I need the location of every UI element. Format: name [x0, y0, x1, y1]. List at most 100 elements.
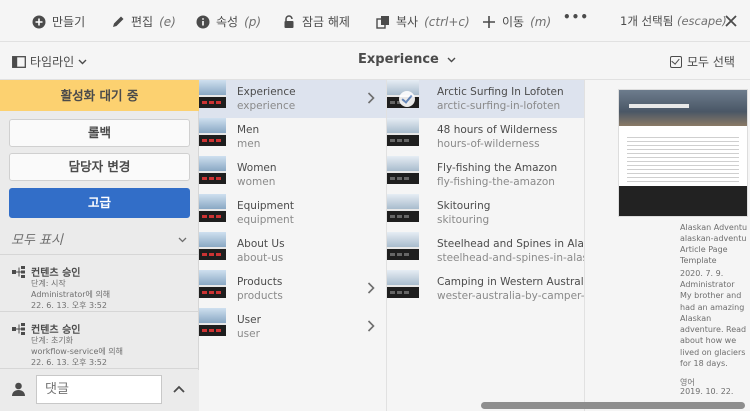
- timeline-item-user: Administrator에 의해: [31, 290, 111, 299]
- checkbox-icon: [670, 55, 682, 68]
- unlock-icon: [282, 14, 296, 29]
- create-button[interactable]: 만들기: [32, 13, 85, 30]
- breadcrumb[interactable]: Experience: [358, 52, 456, 67]
- column-item-women[interactable]: Women women: [199, 156, 386, 194]
- edit-button[interactable]: 편집 (e): [111, 13, 176, 30]
- page-thumbnail: [199, 270, 226, 298]
- metadata-value: adventure. Read: [680, 325, 747, 334]
- chevron-down-icon: [447, 57, 456, 62]
- page-thumbnail: [199, 156, 226, 184]
- column-item-slug: products: [237, 290, 283, 302]
- timeline-item-user: workflow-service에 의해: [31, 347, 124, 356]
- column-item-camping[interactable]: Camping in Western Australia wester-aust…: [387, 270, 584, 308]
- action-bar: 만들기 편집 (e) 속성 (p) 잠금 해제 복사 (ctrl+c) 이동 (…: [0, 0, 750, 42]
- column-item-arctic-surfing[interactable]: Arctic Surfing In Lofoten arctic-surfing…: [387, 80, 584, 118]
- column-item-equipment[interactable]: Equipment equipment: [199, 194, 386, 232]
- preview-panel: 제목Alaskan Adventu이름alaskan-adventu템플릿Art…: [586, 80, 750, 411]
- page-thumbnail: [387, 156, 419, 184]
- column-item-title: Camping in Western Australia: [437, 276, 585, 288]
- info-icon: [196, 15, 210, 29]
- chevron-right-icon: [367, 320, 375, 332]
- move-button[interactable]: 이동 (m): [482, 13, 551, 30]
- chevron-right-icon: [367, 282, 375, 294]
- timeline-item-title: 컨텐츠 승인: [31, 325, 81, 336]
- column-item-title: Equipment: [237, 200, 294, 212]
- advanced-button[interactable]: 고급: [9, 188, 190, 218]
- column-item-48-hours[interactable]: 48 hours of Wilderness hours-of-wilderne…: [387, 118, 584, 156]
- properties-button[interactable]: 속성 (p): [196, 13, 261, 30]
- metadata-value: for 18 days.: [680, 359, 728, 368]
- select-all-button[interactable]: 모두 선택: [670, 53, 735, 70]
- selected-check-icon: [399, 91, 415, 107]
- create-label: 만들기: [52, 15, 86, 29]
- timeline-item-date: 22. 6. 13. 오후 3:52: [31, 301, 107, 310]
- column-item-slug: fly-fishing-the-amazon: [437, 176, 555, 188]
- column-item-slug: hours-of-wilderness: [437, 138, 540, 150]
- column-item-fly-fishing[interactable]: Fly-fishing the Amazon fly-fishing-the-a…: [387, 156, 584, 194]
- column-item-men[interactable]: Men men: [199, 118, 386, 156]
- workflow-icon: [12, 266, 25, 278]
- pencil-icon: [111, 15, 125, 29]
- rail-toggle-button[interactable]: 타임라인: [12, 53, 87, 70]
- column-item-slug: experience: [237, 100, 296, 112]
- close-selection-icon[interactable]: [723, 13, 739, 29]
- edit-shortcut: (e): [159, 14, 176, 29]
- column-item-steelhead[interactable]: Steelhead and Spines in Alaska steelhead…: [387, 232, 584, 270]
- page-preview-image: [618, 89, 748, 217]
- column-item-title: 48 hours of Wilderness: [437, 124, 558, 136]
- column-item-title: Steelhead and Spines in Alaska: [437, 238, 584, 250]
- move-label: 이동: [502, 15, 525, 29]
- horizontal-scrollbar[interactable]: [481, 402, 745, 409]
- timeline-item-step: 단계: 시작: [31, 279, 66, 288]
- comment-input[interactable]: [36, 375, 162, 404]
- rollback-button[interactable]: 롤백: [9, 119, 190, 147]
- move-shortcut: (m): [530, 14, 552, 29]
- add-circle-icon: [32, 15, 46, 29]
- column-item-slug: men: [237, 138, 261, 150]
- more-icon: •••: [563, 10, 590, 24]
- column-item-slug: arctic-surfing-in-lofoten: [437, 100, 561, 112]
- metadata-value: Administrator: [680, 280, 735, 289]
- timeline-item-title: 컨텐츠 승인: [31, 268, 81, 279]
- rail-panel-icon: [12, 55, 26, 68]
- column-view-level-1: Experience experience Men men Women wome…: [199, 80, 387, 411]
- timeline-filter-label: 모두 표시: [11, 233, 63, 248]
- escape-shortcut: (escape): [676, 14, 727, 28]
- copy-icon: [376, 15, 390, 29]
- column-item-title: Products: [237, 276, 283, 288]
- unlock-button[interactable]: 잠금 해제: [282, 13, 350, 30]
- column-item-title: Men: [237, 124, 260, 136]
- selection-count: 1개 선택됨 (escape): [620, 13, 727, 29]
- column-item-products[interactable]: Products products: [199, 270, 386, 308]
- column-item-title: Fly-fishing the Amazon: [437, 162, 558, 174]
- column-item-user[interactable]: User user: [199, 308, 386, 346]
- page-thumbnail: [199, 80, 226, 108]
- column-item-about-us[interactable]: About Us about-us: [199, 232, 386, 270]
- column-item-slug: user: [237, 328, 260, 340]
- metadata-value: 2020. 7. 9.: [680, 269, 724, 278]
- column-item-slug: equipment: [237, 214, 294, 226]
- column-item-title: About Us: [237, 238, 285, 250]
- more-actions-button[interactable]: •••: [563, 10, 589, 24]
- page-thumbnail: [387, 232, 419, 260]
- comment-row: [0, 370, 199, 411]
- page-thumbnail: [199, 308, 226, 336]
- rail-toggle-label: 타임라인: [30, 55, 75, 69]
- timeline-filter-select[interactable]: 모두 표시: [0, 229, 199, 255]
- column-item-skitouring[interactable]: Skitouring skitouring: [387, 194, 584, 232]
- pending-activation-banner: 활성화 대기 중: [0, 80, 199, 111]
- breadcrumb-title: Experience: [358, 52, 439, 67]
- timeline-item[interactable]: 컨텐츠 승인 단계: 초기화 workflow-service에 의해 22. …: [0, 313, 199, 369]
- selection-count-label: 1개 선택됨: [620, 14, 674, 28]
- timeline-item[interactable]: 컨텐츠 승인 단계: 시작 Administrator에 의해 22. 6. 1…: [0, 256, 199, 312]
- metadata-value: Alaskan Adventu: [680, 223, 748, 232]
- chevron-down-icon: [178, 237, 187, 243]
- chevron-up-icon[interactable]: [172, 382, 186, 396]
- timeline-rail: 활성화 대기 중 롤백 담당자 변경 고급 모두 표시 컨텐츠 승인 단계: 시…: [0, 80, 199, 411]
- copy-shortcut: (ctrl+c): [424, 14, 470, 29]
- copy-button[interactable]: 복사 (ctrl+c): [376, 13, 470, 30]
- timeline-item-date: 22. 6. 13. 오후 3:52: [31, 358, 107, 367]
- metadata-value: 2019. 10. 22.: [680, 387, 734, 396]
- change-assignee-button[interactable]: 담당자 변경: [9, 153, 190, 181]
- column-item-experience[interactable]: Experience experience: [199, 80, 386, 118]
